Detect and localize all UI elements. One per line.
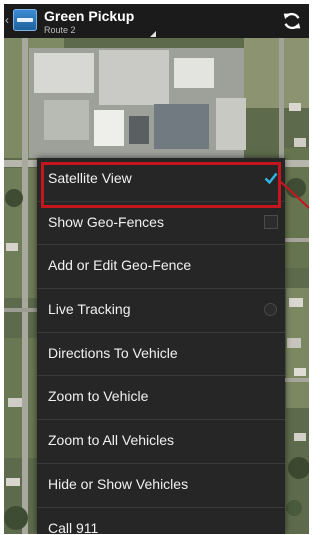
chevron-left-icon[interactable]: ‹ [5,13,9,27]
refresh-icon[interactable] [281,10,303,32]
app-logo-icon[interactable] [13,9,37,31]
highlight-box [41,162,281,208]
menu-item-label: Zoom to All Vehicles [48,432,175,449]
screen: ‹ Green Pickup Route 2 Satellite View Sh… [4,4,309,534]
dropdown-triangle-icon[interactable] [150,31,156,37]
menu-item-show-geo-fences[interactable]: Show Geo-Fences [37,202,285,246]
menu-item-label: Hide or Show Vehicles [48,475,189,492]
menu-item-zoom-to-vehicle[interactable]: Zoom to Vehicle [37,376,285,421]
menu-item-label: Zoom to Vehicle [48,388,149,405]
menu-item-hide-show-vehicles[interactable]: Hide or Show Vehicles [37,464,285,508]
menu-item-label: Call 911 [48,519,99,535]
menu-item-add-edit-geo-fence[interactable]: Add or Edit Geo-Fence [37,245,285,290]
vehicle-title[interactable]: Green Pickup [44,8,134,24]
menu-item-call-911[interactable]: Call 911 [37,508,285,535]
annotation-pointer-line [281,181,309,209]
radio-icon[interactable] [264,303,277,317]
route-subtitle[interactable]: Route 2 [44,25,76,35]
menu-item-label: Show Geo-Fences [48,213,164,230]
menu-item-label: Live Tracking [48,301,131,318]
menu-item-label: Add or Edit Geo-Fence [48,257,192,274]
menu-item-zoom-to-all-vehicles[interactable]: Zoom to All Vehicles [37,420,285,464]
menu-item-directions-to-vehicle[interactable]: Directions To Vehicle [37,333,285,377]
action-bar: ‹ Green Pickup Route 2 [4,4,309,38]
menu-item-label: Directions To Vehicle [48,344,178,361]
checkbox-icon[interactable] [264,214,278,229]
menu-item-live-tracking[interactable]: Live Tracking [37,289,285,333]
overflow-menu: Satellite View Show Geo-Fences Add or Ed… [37,158,285,534]
